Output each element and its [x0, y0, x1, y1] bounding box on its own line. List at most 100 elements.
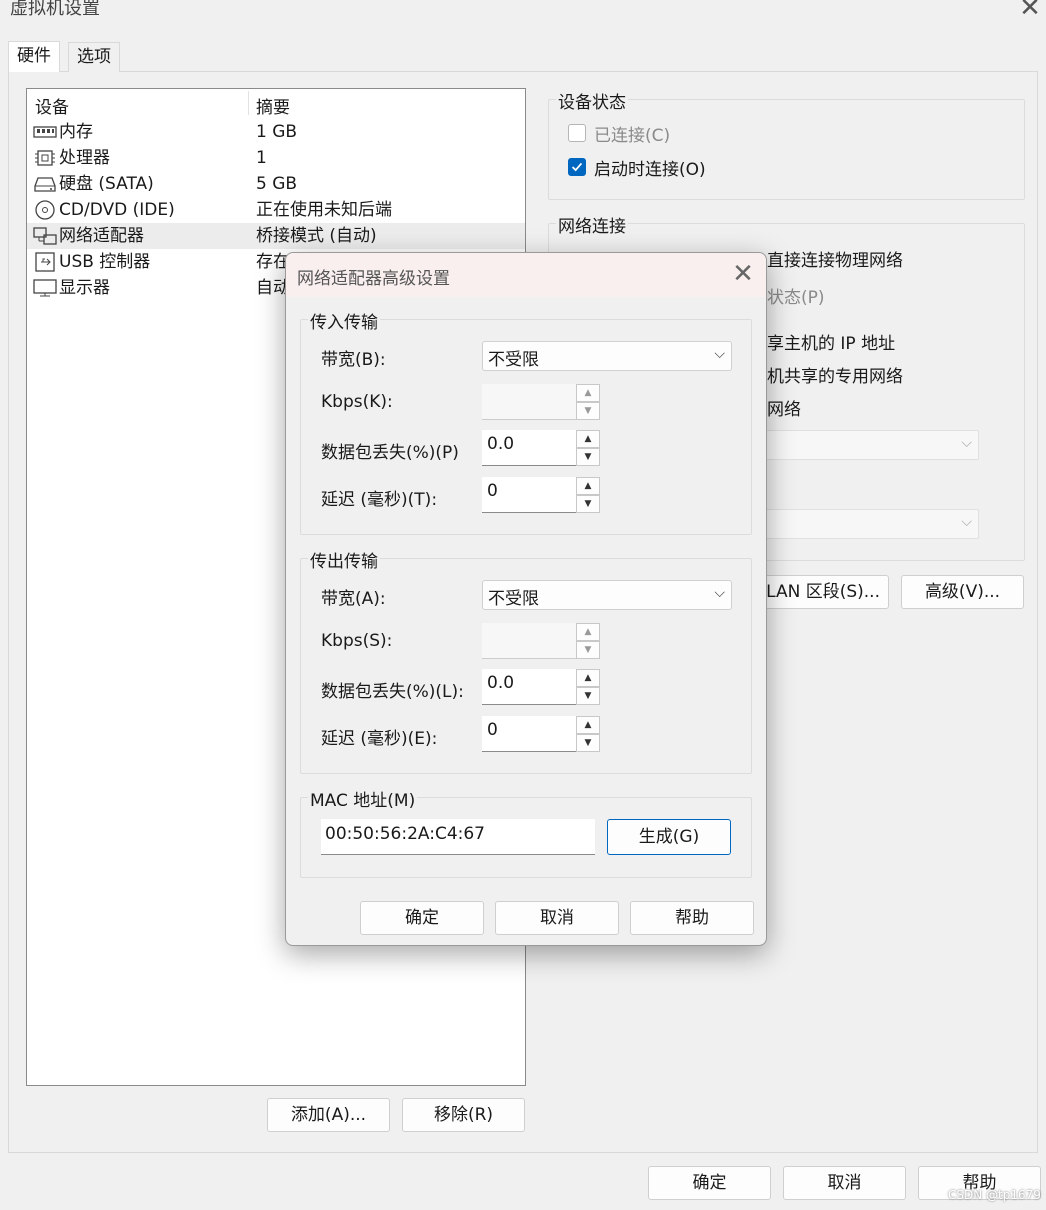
device-name: 内存	[59, 122, 93, 142]
device-name: 处理器	[59, 148, 110, 168]
dialog-title: 网络适配器高级设置	[297, 269, 450, 289]
device-summary: 1	[256, 148, 267, 168]
spin-up-icon[interactable]: ▲	[576, 477, 600, 495]
incoming-kbps-stepper[interactable]: ▲ ▼	[482, 384, 600, 420]
device-name: CD/DVD (IDE)	[59, 200, 175, 220]
outgoing-latency-value: 0	[487, 720, 498, 740]
cd-dvd-icon	[35, 200, 55, 220]
device-row-network-adapter[interactable]: 网络适配器 桥接模式 (自动)	[27, 223, 525, 249]
spin-down-icon[interactable]: ▼	[576, 734, 600, 752]
outgoing-packet-loss-value: 0.0	[487, 673, 515, 693]
incoming-latency-input[interactable]: 0	[482, 477, 576, 513]
tab-options[interactable]: 选项	[68, 42, 120, 72]
incoming-kbps-label: Kbps(K):	[321, 392, 393, 412]
chevron-down-icon: ⌵	[961, 514, 972, 530]
outgoing-packet-loss-input[interactable]: 0.0	[482, 669, 576, 705]
incoming-latency-label: 延迟 (毫秒)(T):	[321, 490, 438, 510]
outgoing-kbps-stepper[interactable]: ▲ ▼	[482, 623, 600, 659]
outgoing-packet-loss-stepper[interactable]: 0.0 ▲ ▼	[482, 669, 600, 705]
incoming-latency-value: 0	[487, 481, 498, 501]
spin-up-icon[interactable]: ▲	[576, 430, 600, 448]
outgoing-packet-loss-label: 数据包丢失(%)(L):	[321, 682, 464, 702]
outgoing-bandwidth-label: 带宽(A):	[321, 589, 386, 609]
lan-segment-combo: ⌵	[750, 509, 979, 539]
add-device-button[interactable]: 添加(A)...	[267, 1098, 390, 1132]
incoming-packet-loss-value: 0.0	[487, 434, 515, 454]
dialog-help-button[interactable]: 帮助	[630, 901, 754, 935]
incoming-bandwidth-value: 不受限	[488, 350, 539, 370]
outgoing-latency-label: 延迟 (毫秒)(E):	[321, 729, 438, 749]
outgoing-transfer-title: 传出传输	[308, 547, 380, 572]
usb-icon	[35, 252, 55, 272]
outgoing-bandwidth-select[interactable]: 不受限 ⌵	[482, 580, 732, 610]
device-row-processor[interactable]: 处理器 1	[27, 145, 525, 171]
spin-down-icon[interactable]: ▼	[576, 448, 600, 466]
generate-mac-button[interactable]: 生成(G)	[607, 819, 731, 855]
mac-address-value: 00:50:56:2A:C4:67	[325, 824, 485, 844]
spin-down-icon[interactable]: ▼	[576, 402, 600, 420]
mac-address-input[interactable]: 00:50:56:2A:C4:67	[321, 819, 595, 855]
dialog-ok-button[interactable]: 确定	[360, 901, 484, 935]
advanced-button[interactable]: 高级(V)...	[901, 575, 1024, 609]
outgoing-kbps-input[interactable]	[482, 623, 576, 659]
spin-up-icon[interactable]: ▲	[576, 716, 600, 734]
column-header-device[interactable]: 设备	[35, 93, 69, 118]
device-name: 网络适配器	[59, 226, 144, 246]
device-name: 硬盘 (SATA)	[59, 174, 154, 194]
device-row-harddisk[interactable]: 硬盘 (SATA) 5 GB	[27, 171, 525, 197]
custom-network-text: 网络	[767, 400, 801, 420]
memory-icon	[33, 126, 57, 138]
dialog-close-icon[interactable]: ✕	[729, 259, 757, 289]
incoming-packet-loss-input[interactable]: 0.0	[482, 430, 576, 466]
mac-address-title: MAC 地址(M)	[308, 786, 418, 811]
advanced-settings-dialog: 网络适配器高级设置 ✕ 传入传输 带宽(B): 不受限 ⌵ Kbps(K): ▲…	[285, 252, 767, 946]
device-status-group	[548, 99, 1025, 200]
cancel-button[interactable]: 取消	[783, 1166, 906, 1200]
connected-checkbox[interactable]	[568, 124, 586, 142]
harddisk-icon	[34, 177, 56, 192]
outgoing-bandwidth-value: 不受限	[488, 589, 539, 609]
network-connection-title: 网络连接	[556, 212, 628, 237]
remove-device-button[interactable]: 移除(R)	[402, 1098, 525, 1132]
spin-up-icon[interactable]: ▲	[576, 669, 600, 687]
connect-at-power-on-checkbox[interactable]	[568, 158, 586, 176]
network-adapter-icon	[33, 227, 57, 245]
tab-hardware[interactable]: 硬件	[8, 41, 60, 72]
incoming-latency-stepper[interactable]: 0 ▲ ▼	[482, 477, 600, 513]
custom-network-combo: ⌵	[750, 430, 979, 460]
spin-down-icon[interactable]: ▼	[576, 495, 600, 513]
spin-down-icon[interactable]: ▼	[576, 687, 600, 705]
device-row-cd-dvd[interactable]: CD/DVD (IDE) 正在使用未知后端	[27, 197, 525, 223]
column-header-summary[interactable]: 摘要	[256, 93, 290, 118]
incoming-kbps-input[interactable]	[482, 384, 576, 420]
spin-up-icon[interactable]: ▲	[576, 623, 600, 641]
bridged-mode-text: 直接连接物理网络	[767, 251, 903, 271]
incoming-bandwidth-label: 带宽(B):	[321, 350, 386, 370]
outgoing-latency-input[interactable]: 0	[482, 716, 576, 752]
chevron-down-icon: ⌵	[714, 346, 725, 362]
device-row-memory[interactable]: 内存 1 GB	[27, 119, 525, 145]
device-name: 显示器	[59, 278, 110, 298]
nat-mode-text: 享主机的 IP 地址	[767, 334, 896, 354]
spin-up-icon[interactable]: ▲	[576, 384, 600, 402]
outgoing-kbps-label: Kbps(S):	[321, 631, 393, 651]
connect-at-power-on-label: 启动时连接(O)	[594, 160, 706, 180]
spin-down-icon[interactable]: ▼	[576, 641, 600, 659]
checkmark-icon	[571, 162, 583, 172]
incoming-transfer-title: 传入传输	[308, 308, 380, 333]
incoming-bandwidth-select[interactable]: 不受限 ⌵	[482, 341, 732, 371]
incoming-packet-loss-stepper[interactable]: 0.0 ▲ ▼	[482, 430, 600, 466]
display-icon	[33, 279, 57, 297]
column-divider	[248, 91, 249, 115]
incoming-packet-loss-label: 数据包丢失(%)(P)	[321, 443, 459, 463]
chevron-down-icon: ⌵	[714, 585, 725, 601]
device-status-title: 设备状态	[556, 88, 628, 113]
ok-button[interactable]: 确定	[648, 1166, 771, 1200]
dialog-cancel-button[interactable]: 取消	[495, 901, 619, 935]
chevron-down-icon: ⌵	[961, 435, 972, 451]
cpu-icon	[35, 150, 55, 166]
outgoing-latency-stepper[interactable]: 0 ▲ ▼	[482, 716, 600, 752]
host-only-text: 机共享的专用网络	[767, 367, 903, 387]
close-icon[interactable]: ✕	[1016, 0, 1044, 22]
device-list-header: 设备 摘要	[27, 89, 525, 118]
